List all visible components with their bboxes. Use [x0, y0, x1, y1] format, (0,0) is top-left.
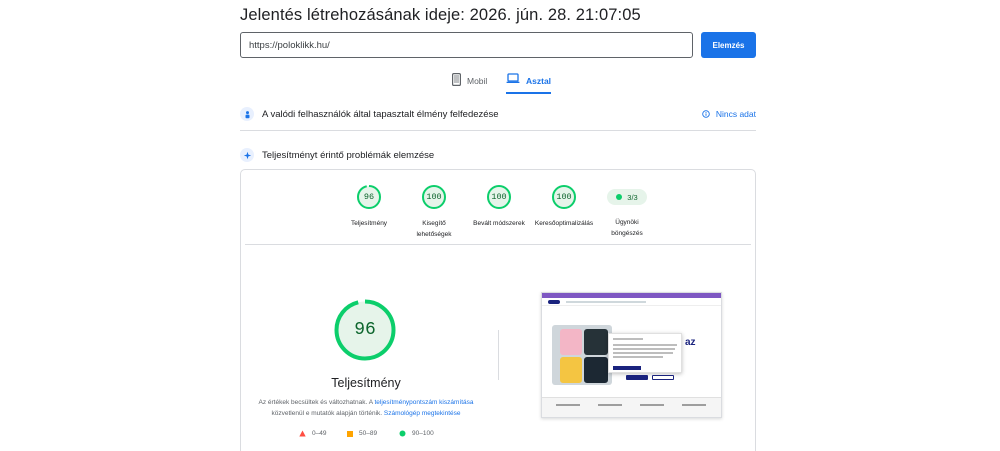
agent-badge: 3/3 [607, 189, 647, 205]
triangle-icon [299, 430, 306, 437]
thumb-text-line [613, 348, 675, 350]
legend-average: 50–89 [347, 430, 377, 437]
no-data-label: Nincs adat [715, 109, 756, 119]
laptop-icon [506, 73, 520, 86]
url-input[interactable] [240, 32, 693, 58]
pass-dot-icon [616, 194, 623, 200]
thumb-text-line [613, 344, 677, 346]
thumb-product-image [560, 329, 582, 355]
gauge-ring: 100 [486, 184, 512, 210]
report-card: 96 Teljesítmény 100 Kisegítő lehetőségek… [240, 169, 756, 451]
users-icon [240, 107, 254, 121]
performance-gauge: 96 [333, 298, 397, 362]
performance-description: Az értékek becsültek és változhatnak. A … [251, 397, 481, 419]
vertical-divider [498, 330, 499, 380]
gauge-value: 100 [491, 192, 507, 202]
card-divider [245, 244, 751, 245]
gauge-value: 100 [426, 192, 442, 202]
thumb-cookie-dialog [608, 333, 682, 373]
thumb-feature-strip [542, 397, 721, 417]
score-calculation-link[interactable]: teljesítménypontszám kiszámítása [375, 399, 474, 406]
thumb-dialog-button [613, 366, 641, 370]
crux-section-title: A valódi felhasználók által tapasztalt é… [262, 108, 499, 120]
legend-pass-label: 90–100 [412, 430, 434, 437]
analyze-button[interactable]: Elemzés [701, 32, 756, 58]
no-data-link[interactable]: Nincs adat [702, 109, 756, 119]
info-icon [702, 110, 710, 118]
score-legend: 0–49 50–89 90–100 [299, 430, 449, 440]
thumb-logo [548, 300, 560, 304]
legend-pass: 90–100 [399, 430, 434, 437]
performance-score: 96 [354, 320, 376, 340]
gauge-ring: 96 [356, 184, 382, 210]
gauge-agentic-browsing[interactable]: 3/3 Ügynöki böngészés [587, 184, 667, 239]
thumb-feature-item [640, 404, 664, 406]
lighthouse-icon [240, 148, 254, 162]
phone-icon [452, 73, 462, 88]
thumb-product-image [560, 357, 582, 383]
diagnostics-section-header: Teljesítményt érintő problémák elemzése [240, 147, 756, 163]
desc-text-2: közvetlenül e mutatók alapján történik. [271, 410, 384, 417]
thumb-cta-button [626, 375, 648, 380]
thumb-feature-item [556, 404, 580, 406]
crux-section-header: A valódi felhasználók által tapasztalt é… [240, 106, 756, 122]
gauge-value: 96 [363, 192, 375, 202]
thumb-text-line [613, 352, 673, 354]
score-gauges: 96 Teljesítmény 100 Kisegítő lehetőségek… [241, 184, 755, 244]
tab-desktop-label: Asztal [526, 76, 552, 86]
legend-average-label: 50–89 [359, 430, 378, 437]
gauge-label: Ügynöki böngészés [611, 219, 643, 237]
gauge-value: 100 [556, 192, 572, 202]
calculator-link[interactable]: Számológép megtekintése [384, 410, 461, 417]
thumb-text-line [613, 356, 663, 358]
agent-value: 3/3 [627, 192, 638, 202]
thumb-product-image [584, 357, 608, 383]
thumb-feature-item [682, 404, 706, 406]
section-divider [240, 130, 756, 131]
diagnostics-section-title: Teljesítményt érintő problémák elemzése [262, 149, 435, 161]
legend-fail: 0–49 [299, 430, 326, 437]
thumb-product-image [584, 329, 608, 355]
report-title: Jelentés létrehozásának ideje: 2026. jún… [240, 6, 641, 24]
thumb-feature-item [598, 404, 622, 406]
device-tabs: Mobil Asztal [0, 72, 1000, 94]
performance-title: Teljesítmény [331, 376, 401, 390]
circle-icon [399, 430, 406, 437]
legend-fail-label: 0–49 [312, 430, 327, 437]
thumb-text-line [613, 338, 643, 340]
desc-text-1: Az értékek becsültek és változhatnak. A [258, 399, 375, 406]
gauge-ring: 100 [421, 184, 447, 210]
tab-mobile[interactable]: Mobil [452, 72, 487, 94]
thumb-headline: az [685, 337, 696, 348]
square-icon [347, 430, 353, 437]
gauge-label: Kisegítő lehetőségek [416, 220, 452, 238]
tab-mobile-label: Mobil [467, 76, 488, 86]
tab-desktop[interactable]: Asztal [506, 72, 552, 94]
page-screenshot-thumbnail[interactable]: az [541, 292, 722, 418]
thumb-cta-button [652, 375, 674, 380]
thumb-nav-links [566, 301, 646, 303]
gauge-ring: 100 [551, 184, 577, 210]
